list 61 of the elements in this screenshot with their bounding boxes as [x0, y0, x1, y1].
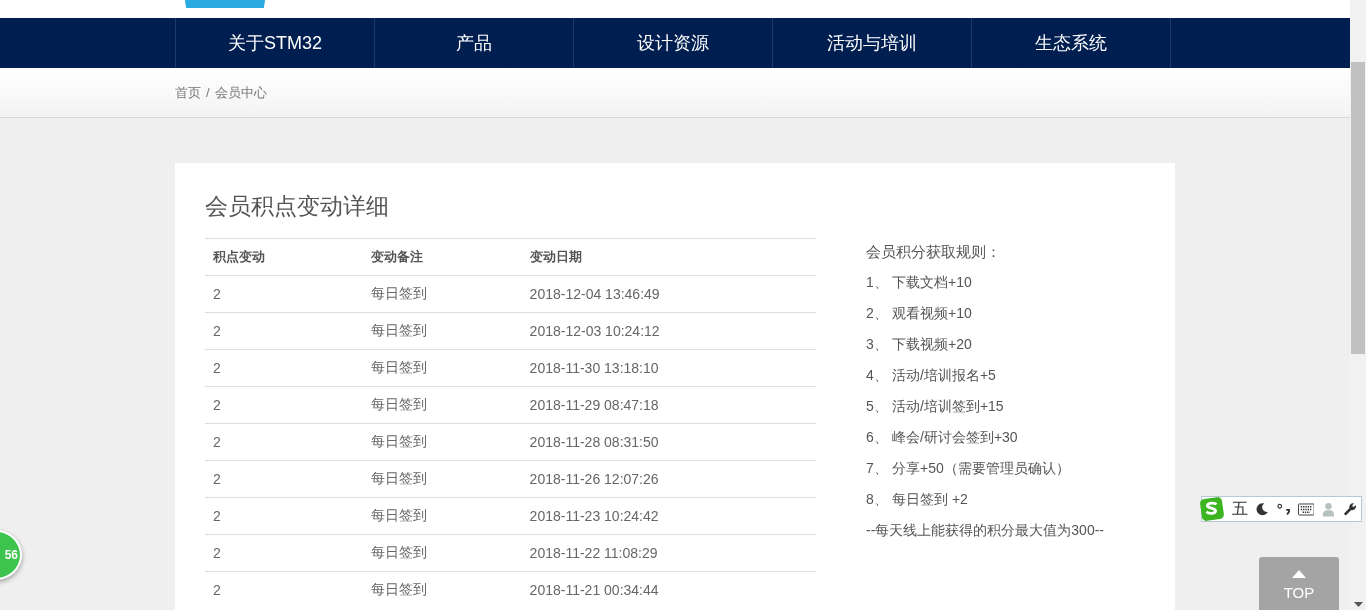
table-cell: 每日签到 [363, 534, 522, 572]
table-cell: 2 [205, 571, 364, 608]
rule-number: 5、 [866, 398, 888, 416]
column-header: 变动备注 [363, 238, 522, 276]
table-cell: 2018-11-21 00:34:44 [521, 571, 816, 608]
table-cell: 每日签到 [363, 460, 522, 498]
rule-text: 活动/培训报名+5 [892, 367, 996, 385]
table-cell: 2018-11-23 10:24:42 [521, 497, 816, 535]
rule-text: 分享+50（需要管理员确认） [892, 460, 1070, 478]
rules-title: 会员积分获取规则： [866, 243, 1002, 262]
table-cell: 2 [205, 423, 364, 461]
scrollbar-thumb[interactable] [1351, 62, 1365, 354]
rule-text: 每日签到 +2 [892, 491, 968, 509]
rule-text: 峰会/研讨会签到+30 [892, 429, 1018, 447]
rule-text: 下载文档+10 [892, 274, 972, 292]
table-cell: 每日签到 [363, 312, 522, 350]
table-cell: 2 [205, 460, 364, 498]
rule-number: 7、 [866, 460, 888, 478]
rule-number: 2、 [866, 305, 888, 323]
table-cell: 2 [205, 349, 364, 387]
breadcrumb-link[interactable]: 首页 [175, 83, 201, 102]
rule-text: 活动/培训签到+15 [892, 398, 1004, 416]
table-cell: 每日签到 [363, 275, 522, 313]
table-cell: 2018-11-22 11:08:29 [521, 534, 816, 572]
table-cell: 2 [205, 534, 364, 572]
ime-logo-icon[interactable] [1200, 496, 1224, 522]
rule-number: 8、 [866, 491, 888, 509]
rule-number: 4、 [866, 367, 888, 385]
scroll-down-icon[interactable] [1354, 602, 1363, 607]
page-title: 会员积点变动详细 [205, 192, 390, 221]
table-cell: 2018-11-29 08:47:18 [521, 386, 816, 424]
table-cell: 2018-11-30 13:18:10 [521, 349, 816, 387]
column-header: 积点变动 [205, 238, 364, 276]
moon-icon[interactable] [1255, 502, 1269, 516]
table-cell: 每日签到 [363, 349, 522, 387]
breadcrumb-separator: / [206, 85, 210, 100]
up-arrow-icon [1292, 569, 1306, 578]
table-cell: 2 [205, 312, 364, 350]
rules-note: --每天线上能获得的积分最大值为300-- [866, 522, 1104, 540]
table-cell: 每日签到 [363, 497, 522, 535]
table-cell: 2018-11-28 08:31:50 [521, 423, 816, 461]
ime-mode[interactable]: 五 [1231, 498, 1248, 520]
table-cell: 2 [205, 275, 364, 313]
rule-number: 6、 [866, 429, 888, 447]
column-header: 变动日期 [521, 238, 816, 276]
breadcrumb-link[interactable]: 会员中心 [214, 83, 267, 102]
keyboard-icon[interactable] [1297, 502, 1315, 516]
table-cell: 每日签到 [363, 571, 522, 608]
table-cell: 2018-11-26 12:07:26 [521, 460, 816, 498]
table-cell: 2 [205, 386, 364, 424]
wrench-icon[interactable] [1343, 501, 1357, 517]
rule-number: 3、 [866, 336, 888, 354]
rule-text: 观看视频+10 [892, 305, 972, 323]
punctuation-icon[interactable] [1276, 502, 1290, 516]
table-cell: 每日签到 [363, 386, 522, 424]
table-cell: 2018-12-03 10:24:12 [521, 312, 816, 350]
rule-number: 1、 [866, 274, 888, 292]
table-cell: 2018-12-04 13:46:49 [521, 275, 816, 313]
table-cell: 每日签到 [363, 423, 522, 461]
table-cell: 2 [205, 497, 364, 535]
rule-text: 下载视频+20 [892, 336, 972, 354]
